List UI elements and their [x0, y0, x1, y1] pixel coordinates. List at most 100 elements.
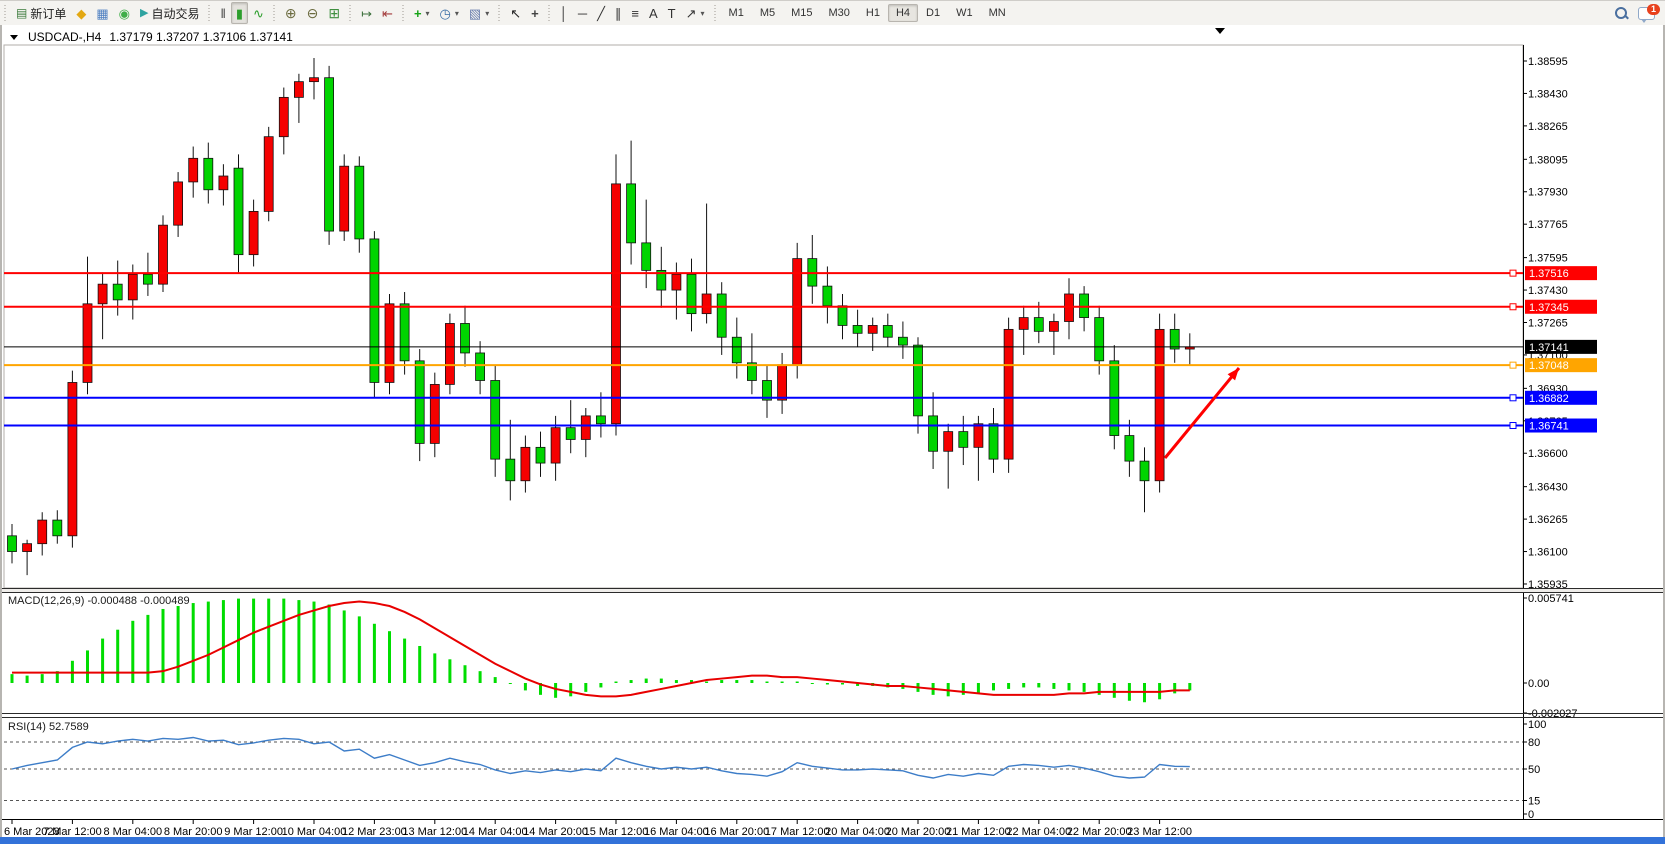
svg-text:1.37141: 1.37141	[1529, 342, 1569, 354]
price-chart[interactable]: 1.385951.384301.382651.380951.379301.377…	[2, 25, 1663, 837]
svg-text:15: 15	[1528, 796, 1540, 808]
toolbar-grip	[400, 5, 407, 21]
crosshair-button[interactable]: +	[526, 2, 544, 24]
chart-candles-button[interactable]: ▮	[231, 2, 248, 24]
chart-ohlc-values: 1.37179 1.37207 1.37106 1.37141	[109, 30, 293, 44]
svg-text:16 Mar 20:00: 16 Mar 20:00	[704, 826, 769, 837]
timeframe-m30-button[interactable]: M30	[821, 4, 858, 22]
chart-window[interactable]: 1.385951.384301.382651.380951.379301.377…	[0, 25, 1665, 837]
tile-windows-button[interactable]: ⊞	[323, 2, 345, 24]
svg-text:1.36741: 1.36741	[1529, 421, 1569, 433]
chart-shift-button[interactable]: ⇤	[377, 2, 398, 24]
timeframe-w1-button[interactable]: W1	[948, 4, 981, 22]
svg-text:8 Mar 20:00: 8 Mar 20:00	[164, 826, 223, 837]
fibonacci-button[interactable]: ≡	[626, 2, 644, 24]
toolbar-grip	[712, 5, 719, 21]
navigator-button[interactable]: ◉	[114, 2, 135, 24]
horizontal-line-button[interactable]: ─	[573, 2, 592, 24]
svg-text:10 Mar 04:00: 10 Mar 04:00	[282, 826, 347, 837]
svg-text:100: 100	[1528, 719, 1546, 731]
mt4-window: ▤新订单◆▦◉▶自动交易‖▮∿⊕⊖⊞↦⇤+▾◷▾▧▾↖+│─╱∥≡AT↗▾M1M…	[0, 0, 1665, 844]
vertical-line-icon: │	[560, 7, 568, 20]
shapes-button[interactable]: ↗▾	[681, 2, 710, 24]
chevron-down-icon: ▾	[701, 9, 705, 18]
svg-text:1.38265: 1.38265	[1528, 121, 1568, 133]
chart-bars-icon: ‖	[220, 7, 225, 20]
trendline-button[interactable]: ╱	[592, 2, 610, 24]
trendline-icon: ╱	[597, 7, 605, 20]
auto-trading-button[interactable]: ▶自动交易	[135, 2, 204, 24]
macd-panel[interactable]: 0.0057410.00-0.002027	[11, 593, 1578, 720]
symbol-dropdown-icon[interactable]	[10, 35, 18, 40]
svg-text:1.38595: 1.38595	[1528, 56, 1568, 68]
svg-text:14 Mar 20:00: 14 Mar 20:00	[523, 826, 588, 837]
navigator-icon: ◉	[119, 7, 130, 20]
auto-scroll-button[interactable]: ↦	[356, 2, 377, 24]
price-axis[interactable]: 1.385951.384301.382651.380951.379301.377…	[1523, 56, 1568, 591]
svg-text:9 Mar 12:00: 9 Mar 12:00	[224, 826, 283, 837]
templates-button[interactable]: ▧▾	[464, 2, 494, 24]
market-watch-icon: ◆	[76, 7, 86, 20]
svg-text:17 Mar 12:00: 17 Mar 12:00	[765, 826, 830, 837]
timeframe-h4-button[interactable]: H4	[888, 4, 918, 22]
chart-bars-button[interactable]: ‖	[215, 2, 230, 24]
zoom-in-icon: ⊕	[285, 7, 297, 20]
new-order-button-label: 新订单	[30, 5, 66, 22]
svg-text:0.005741: 0.005741	[1528, 593, 1574, 605]
text-button[interactable]: A	[644, 2, 663, 24]
macd-label: MACD(12,26,9) -0.000488 -0.000489	[8, 595, 190, 607]
data-window-button[interactable]: ▦	[91, 2, 113, 24]
svg-text:1.36265: 1.36265	[1528, 514, 1568, 526]
svg-text:1.37595: 1.37595	[1528, 253, 1568, 265]
chart-line-button[interactable]: ∿	[248, 2, 269, 24]
new-order-button[interactable]: ▤新订单	[11, 2, 71, 24]
rsi-panel[interactable]: 1008050150	[4, 719, 1546, 821]
chart-shift-marker-icon[interactable]	[1215, 28, 1225, 34]
toolbar-grip	[206, 5, 213, 21]
timeframe-m15-button[interactable]: M15	[783, 4, 820, 22]
svg-text:1.36430: 1.36430	[1528, 482, 1568, 494]
svg-text:1.37930: 1.37930	[1528, 187, 1568, 199]
chart-title: USDCAD-,H4 1.37179 1.37207 1.37106 1.371…	[10, 30, 293, 44]
cursor-button[interactable]: ↖	[505, 2, 526, 24]
svg-text:13 Mar 12:00: 13 Mar 12:00	[402, 826, 467, 837]
zoom-out-button[interactable]: ⊖	[302, 2, 324, 24]
text-label-icon: T	[668, 7, 676, 20]
timeframe-m5-button[interactable]: M5	[752, 4, 783, 22]
svg-text:1.36100: 1.36100	[1528, 547, 1568, 559]
svg-text:1.37765: 1.37765	[1528, 219, 1568, 231]
toolbar-grip	[271, 5, 278, 21]
timeframe-m1-button[interactable]: M1	[721, 4, 752, 22]
periods-icon: ◷	[440, 7, 451, 20]
channel-button[interactable]: ∥	[610, 2, 627, 24]
svg-text:1.36882: 1.36882	[1529, 393, 1569, 405]
svg-text:0.00: 0.00	[1528, 678, 1549, 690]
indicators-icon: +	[414, 7, 422, 20]
tile-windows-icon: ⊞	[328, 7, 340, 20]
svg-text:1.37516: 1.37516	[1529, 268, 1569, 280]
auto-scroll-icon: ↦	[361, 7, 372, 20]
svg-text:20 Mar 04:00: 20 Mar 04:00	[825, 826, 890, 837]
svg-text:7 Mar 12:00: 7 Mar 12:00	[43, 826, 102, 837]
zoom-in-button[interactable]: ⊕	[280, 2, 302, 24]
fibonacci-icon: ≡	[631, 7, 639, 20]
vertical-line-button[interactable]: │	[555, 2, 573, 24]
auto-trading-icon: ▶	[140, 7, 148, 20]
periods-button[interactable]: ◷▾	[435, 2, 464, 24]
zoom-out-icon: ⊖	[307, 7, 319, 20]
indicators-button[interactable]: +▾	[409, 2, 435, 24]
search-icon[interactable]	[1615, 7, 1628, 20]
timeframe-h1-button[interactable]: H1	[858, 4, 888, 22]
shapes-icon: ↗	[686, 7, 697, 20]
svg-text:15 Mar 12:00: 15 Mar 12:00	[584, 826, 649, 837]
svg-text:1.37345: 1.37345	[1529, 302, 1569, 314]
notifications-icon[interactable]: 1	[1638, 7, 1655, 20]
text-label-button[interactable]: T	[663, 2, 681, 24]
timeframe-mn-button[interactable]: MN	[981, 4, 1014, 22]
svg-text:22 Mar 04:00: 22 Mar 04:00	[1006, 826, 1071, 837]
timeframe-d1-button[interactable]: D1	[918, 4, 948, 22]
chart-line-icon: ∿	[253, 7, 264, 20]
chart-candles-icon: ▮	[236, 7, 243, 20]
market-watch-button[interactable]: ◆	[71, 2, 91, 24]
time-axis[interactable]: 6 Mar 20237 Mar 12:008 Mar 04:008 Mar 20…	[2, 819, 1663, 837]
